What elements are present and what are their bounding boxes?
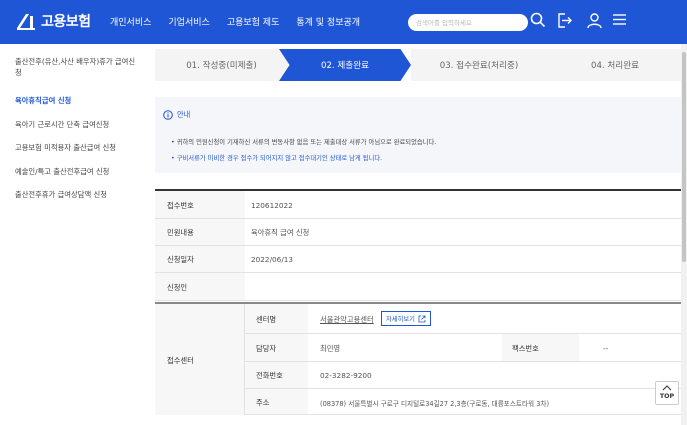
table-row: 신청일자 2022/06/13 — [155, 246, 683, 273]
main-nav: 개인서비스 기업서비스 고용보험 제도 통계 및 정보공개 — [110, 15, 377, 28]
step-2: 02. 제출완료 — [279, 49, 411, 81]
center-name-label: 센터명 — [256, 315, 277, 324]
step-3: 03. 접수완료(처리중) — [411, 49, 547, 81]
sidebar-item-maternity-leave[interactable]: 출산전후(유산,사산 배우자)휴가 급여신청 — [15, 56, 140, 78]
info-icon — [163, 110, 173, 120]
phone-label: 전화번호 — [256, 371, 283, 380]
nav-system[interactable]: 고용보험 제도 — [227, 15, 280, 28]
center-name-link[interactable]: 서울관악고용센터 — [320, 315, 374, 325]
fax-value: -- — [603, 344, 609, 353]
table-row: 민원내용 육아휴직 급여 신청 — [155, 219, 683, 246]
receipt-number-value: 120612022 — [251, 201, 293, 210]
scrollbar[interactable] — [681, 44, 687, 425]
address-value: (08378) 서울특별시 구로구 디지털로34길27 2,3층(구로동, 대륭… — [320, 400, 550, 408]
sidebar: 출산전후(유산,사산 배우자)휴가 급여신청 육아휴직급여 신청 육아기 근로시… — [0, 44, 148, 425]
search-icon[interactable] — [530, 12, 546, 28]
sidebar-item-uninsured-maternity[interactable]: 고용보험 미적용자 출산급여 신청 — [15, 142, 140, 153]
apply-date-label: 신청일자 — [167, 255, 194, 264]
manager-label: 담당자 — [256, 344, 277, 353]
address-label: 주소 — [256, 398, 270, 407]
table-row: 담당자 최민영 팩스번호 -- — [245, 334, 683, 362]
logo[interactable]: 고용보험 — [14, 10, 91, 32]
notice-title-text: 안내 — [177, 110, 191, 119]
fax-label: 팩스번호 — [512, 344, 539, 353]
apply-date-value: 2022/06/13 — [251, 255, 294, 264]
step-1-label: 01. 작성중(미제출) — [186, 61, 257, 71]
application-info-table: 접수번호 120612022 민원내용 육아휴직 급여 신청 신청일자 2022… — [155, 189, 683, 301]
notice-line-2: • 구비서류가 미비한 경우 접수가 되어지지 않고 접수대기인 상태로 남게 … — [171, 155, 383, 162]
sidebar-item-parental-leave[interactable]: 육아휴직급여 신청 — [15, 95, 140, 106]
nav-personal[interactable]: 개인서비스 — [110, 15, 151, 28]
sidebar-item-artist-maternity[interactable]: 예술인/특고 출산전후급여 신청 — [15, 166, 140, 177]
step-4: 04. 처리완료 — [547, 49, 683, 81]
nav-statistics[interactable]: 통계 및 정보공개 — [296, 15, 360, 28]
table-row: 주소 (08378) 서울특별시 구로구 디지털로34길27 2,3층(구로동,… — [245, 389, 683, 415]
scroll-top-button[interactable]: TOP — [655, 381, 679, 405]
step-3-label: 03. 접수완료(처리중) — [439, 61, 519, 71]
phone-value: 02-3282-9200 — [320, 371, 372, 380]
center-header-cell: 접수센터 — [155, 304, 245, 415]
step-1: 01. 작성중(미제출) — [155, 49, 288, 81]
notice-line-1: • 귀하의 민원신청이 기재하신 서류의 변동사항 없음 또는 제출대상 서류가… — [171, 139, 437, 146]
login-icon[interactable] — [556, 12, 573, 29]
search-input[interactable] — [416, 16, 508, 29]
request-content-label: 민원내용 — [167, 228, 194, 237]
top-header: 고용보험 개인서비스 기업서비스 고용보험 제도 통계 및 정보공개 — [0, 0, 687, 44]
table-row: 신청인 — [155, 273, 683, 301]
step-2-label: 02. 제출완료 — [320, 61, 370, 71]
sidebar-item-reduced-hours[interactable]: 육아기 근로시간 단축 급여신청 — [15, 119, 140, 130]
applicant-label: 신청인 — [167, 283, 188, 292]
user-icon[interactable] — [586, 12, 603, 29]
step-4-label: 04. 처리완료 — [590, 61, 640, 71]
receiving-center-label: 접수센터 — [167, 356, 194, 365]
logo-text: 고용보험 — [41, 14, 91, 30]
progress-steps: 01. 작성중(미제출) 02. 제출완료 03. 접수완료(처리중) 04. … — [155, 49, 683, 81]
search-box — [408, 14, 528, 31]
menu-icon[interactable] — [612, 12, 627, 27]
fax-header-cell: 팩스번호 — [502, 334, 579, 361]
detail-button[interactable]: 자세히보기 — [381, 311, 431, 326]
table-row: 전화번호 02-3282-9200 — [245, 362, 683, 389]
notice-box: 안내 • 귀하의 민원신청이 기재하신 서류의 변동사항 없음 또는 제출대상 … — [155, 97, 683, 173]
manager-value: 최민영 — [320, 344, 341, 353]
request-content-value: 육아휴직 급여 신청 — [251, 228, 310, 237]
receipt-number-label: 접수번호 — [167, 201, 194, 210]
external-link-icon — [418, 315, 426, 322]
sidebar-item-maternity-consult[interactable]: 출산전후휴가 급여상담액 신청 — [15, 189, 140, 200]
logo-icon — [17, 14, 35, 30]
chevron-up-icon — [662, 385, 672, 391]
table-row: 접수번호 120612022 — [155, 191, 683, 219]
top-button-label: TOP — [659, 393, 675, 400]
nav-business[interactable]: 기업서비스 — [168, 15, 209, 28]
scrollbar-thumb[interactable] — [682, 52, 686, 262]
table-row: 센터명 서울관악고용센터 자세히보기 — [245, 304, 683, 334]
detail-button-label: 자세히보기 — [386, 316, 415, 323]
receiving-center-section: 접수센터 센터명 서울관악고용센터 자세히보기 담당자 최민영 팩스번호 -- … — [155, 302, 683, 415]
notice-title: 안내 — [163, 110, 190, 120]
